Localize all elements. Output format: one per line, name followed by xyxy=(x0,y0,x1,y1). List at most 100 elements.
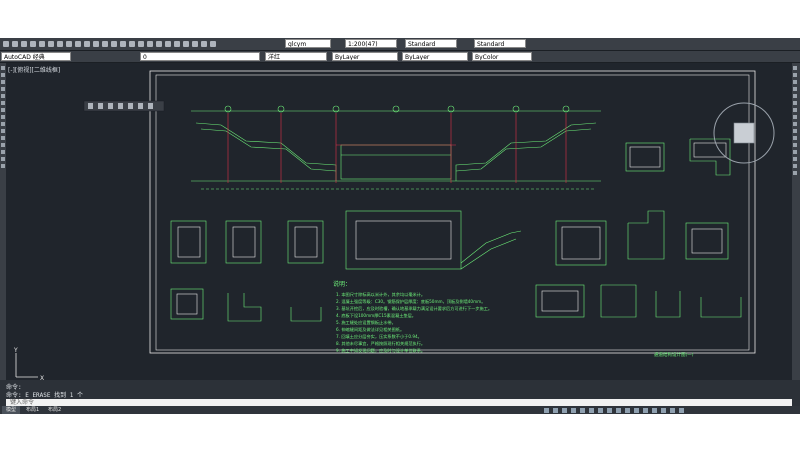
longitudinal-section xyxy=(191,110,601,190)
command-history-line: 命令: E ERASE 找到 1 个 xyxy=(6,392,83,399)
new-file-icon[interactable] xyxy=(3,41,9,47)
ellipse-icon[interactable] xyxy=(1,115,5,119)
arc-icon[interactable] xyxy=(1,94,5,98)
note-line: 8. 其他未尽事宜，严格按照现行相关规范执行。 xyxy=(336,340,425,347)
table-icon[interactable] xyxy=(1,157,5,161)
layer-combo[interactable]: 0 xyxy=(140,52,260,61)
chamfer-icon[interactable] xyxy=(793,157,797,161)
snap-toggle-icon[interactable] xyxy=(553,407,558,413)
array-icon[interactable] xyxy=(793,94,797,98)
text-style-combo[interactable]: Standard xyxy=(405,39,457,48)
lineweight-combo[interactable]: ByLayer xyxy=(402,52,468,61)
note-line: 4. 底板下设100mm厚C15素混凝土垫层。 xyxy=(336,312,416,319)
quickcalc-icon[interactable] xyxy=(192,41,198,47)
zoom-window-icon[interactable] xyxy=(129,41,135,47)
open-file-icon[interactable] xyxy=(12,41,18,47)
transparency-toggle-icon[interactable] xyxy=(607,407,612,413)
viewport-label[interactable]: [-][俯视][二维线框] xyxy=(8,65,60,74)
annotation-scale-icon[interactable] xyxy=(625,407,630,413)
offset-icon[interactable] xyxy=(793,87,797,91)
help-icon[interactable] xyxy=(201,41,207,47)
copy-icon[interactable] xyxy=(66,41,72,47)
autocad-window: glcym 1:200(47) Standard Standard AutoCA… xyxy=(0,38,800,414)
lock-ui-icon[interactable] xyxy=(643,407,648,413)
customize-icon[interactable] xyxy=(679,407,684,413)
rectangle-icon[interactable] xyxy=(1,87,5,91)
zoom-realtime-icon[interactable] xyxy=(120,41,126,47)
mtext-icon[interactable] xyxy=(1,164,5,168)
tab-model[interactable]: 模型 xyxy=(2,406,21,414)
lineweight-toggle-icon[interactable] xyxy=(598,407,603,413)
print-icon[interactable] xyxy=(30,41,36,47)
fillet-icon[interactable] xyxy=(793,164,797,168)
circle-icon[interactable] xyxy=(1,101,5,105)
sheet-set-icon[interactable] xyxy=(174,41,180,47)
line-icon[interactable] xyxy=(1,66,5,70)
note-line: 2. 混凝土强度等级：C30。钢筋保护层厚度：底板50mm，顶板及侧墙40mm。 xyxy=(336,298,485,305)
publish-icon[interactable] xyxy=(48,41,54,47)
undo-icon[interactable] xyxy=(93,41,99,47)
linetype-combo[interactable]: ByLayer xyxy=(332,52,398,61)
status-bar xyxy=(540,406,792,414)
point-icon[interactable] xyxy=(1,136,5,140)
floating-toolbar[interactable] xyxy=(83,100,165,112)
hatch-icon[interactable] xyxy=(1,143,5,147)
clean-screen-icon[interactable] xyxy=(670,407,675,413)
erase-icon[interactable] xyxy=(793,66,797,70)
extend-icon[interactable] xyxy=(793,136,797,140)
paste-icon[interactable] xyxy=(75,41,81,47)
modify-toolbar xyxy=(792,63,800,406)
move-icon[interactable] xyxy=(793,101,797,105)
insert-block-icon[interactable] xyxy=(1,122,5,126)
workspace-switch-icon[interactable] xyxy=(634,407,639,413)
hardware-accel-icon[interactable] xyxy=(661,407,666,413)
small-sections-left xyxy=(170,220,324,322)
join-icon[interactable] xyxy=(793,150,797,154)
mirror-icon[interactable] xyxy=(793,80,797,84)
annotation-visibility-icon[interactable] xyxy=(616,407,621,413)
markup-icon[interactable] xyxy=(183,41,189,47)
zoom-previous-icon[interactable] xyxy=(138,41,144,47)
stretch-icon[interactable] xyxy=(793,122,797,126)
annotation-scale-combo[interactable]: glcym xyxy=(285,39,331,48)
otrack-toggle-icon[interactable] xyxy=(589,407,594,413)
scale-combo[interactable]: 1:200(47) xyxy=(345,39,397,48)
dim-style-combo[interactable]: Standard xyxy=(474,39,526,48)
redo-icon[interactable] xyxy=(102,41,108,47)
design-center-icon[interactable] xyxy=(156,41,162,47)
rotate-icon[interactable] xyxy=(793,108,797,112)
explode-icon[interactable] xyxy=(793,171,797,175)
osnap-toggle-icon[interactable] xyxy=(580,407,585,413)
spline-icon[interactable] xyxy=(1,108,5,112)
cut-icon[interactable] xyxy=(57,41,63,47)
polyline-icon[interactable] xyxy=(1,73,5,77)
region-icon[interactable] xyxy=(1,150,5,154)
workspace-combo[interactable]: AutoCAD 经典 xyxy=(1,52,71,61)
note-line: 6. 伸缩缝间距及做法详见相关图纸。 xyxy=(336,326,404,333)
break-icon[interactable] xyxy=(793,143,797,147)
preview-icon[interactable] xyxy=(39,41,45,47)
plotstyle-combo[interactable]: ByColor xyxy=(472,52,532,61)
drawing-canvas[interactable]: 说明： 1. 本图尺寸除标高以米计外，其余均以毫米计。 2. 混凝土强度等级：C… xyxy=(6,63,792,406)
pan-icon[interactable] xyxy=(111,41,117,47)
drawing-svg: 说明： 1. 本图尺寸除标高以米计外，其余均以毫米计。 2. 混凝土强度等级：C… xyxy=(13,70,775,382)
tab-layout2[interactable]: 布局2 xyxy=(44,406,65,414)
tab-layout1[interactable]: 布局1 xyxy=(22,406,43,414)
make-block-icon[interactable] xyxy=(1,129,5,133)
text-style-icon[interactable] xyxy=(210,41,216,47)
notes-title: 说明： xyxy=(333,280,351,288)
tool-palettes-icon[interactable] xyxy=(165,41,171,47)
properties-icon[interactable] xyxy=(147,41,153,47)
isolate-objects-icon[interactable] xyxy=(652,407,657,413)
polygon-icon[interactable] xyxy=(1,80,5,84)
grid-toggle-icon[interactable] xyxy=(544,407,549,413)
save-icon[interactable] xyxy=(21,41,27,47)
trim-icon[interactable] xyxy=(793,129,797,133)
viewcube[interactable] xyxy=(713,102,775,164)
polar-toggle-icon[interactable] xyxy=(571,407,576,413)
match-properties-icon[interactable] xyxy=(84,41,90,47)
copy-object-icon[interactable] xyxy=(793,73,797,77)
ortho-toggle-icon[interactable] xyxy=(562,407,567,413)
scale-icon[interactable] xyxy=(793,115,797,119)
color-combo[interactable]: 洋红 xyxy=(265,52,327,61)
